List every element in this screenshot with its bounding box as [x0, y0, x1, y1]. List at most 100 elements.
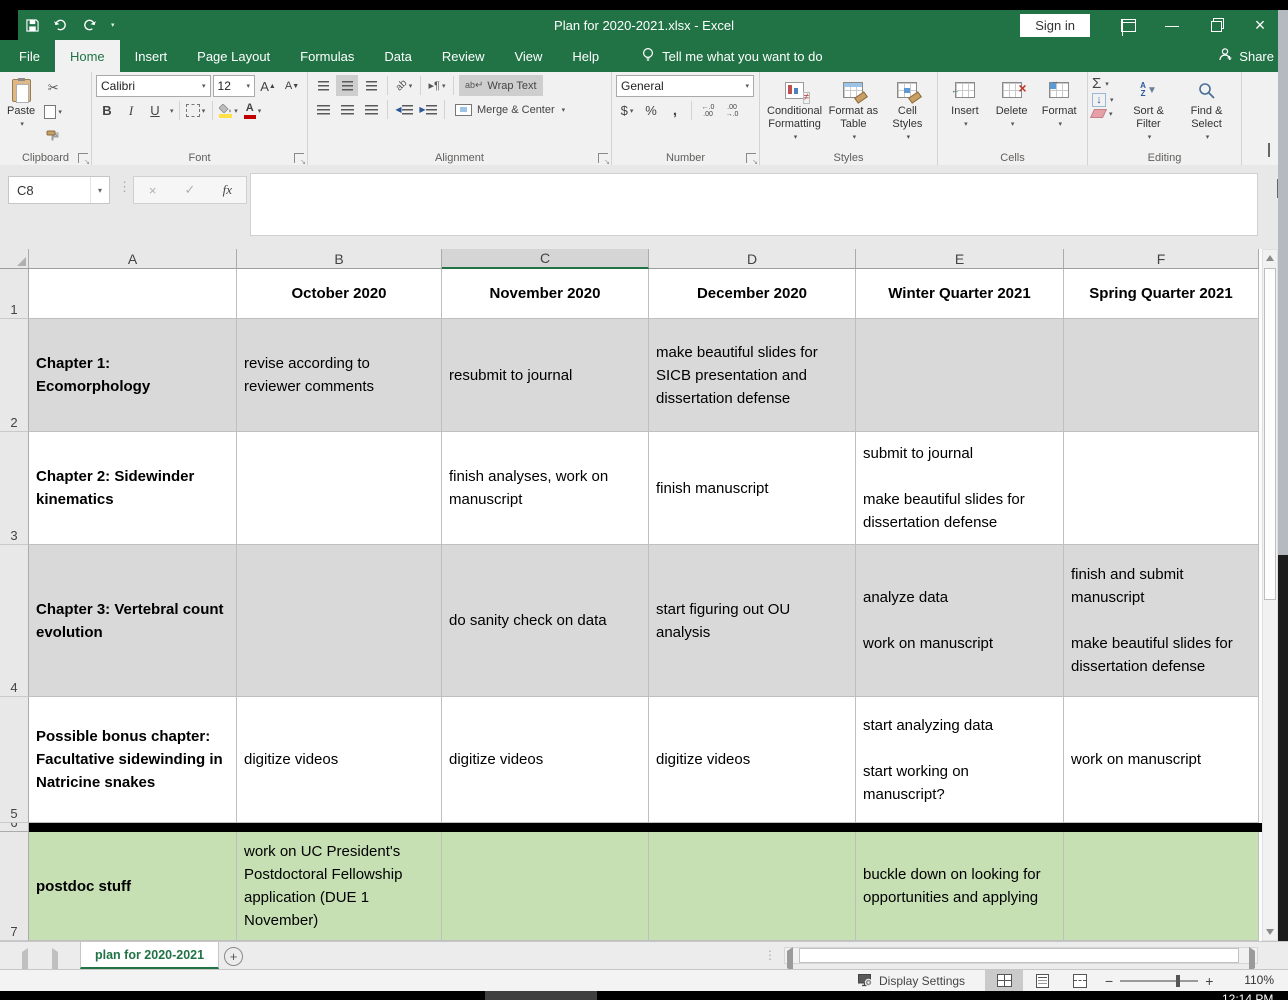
name-box-dropdown-arrow[interactable]: ▾	[90, 177, 109, 203]
alignment-dialog-launcher[interactable]	[598, 153, 608, 163]
confirm-entry-button[interactable]: ✓	[171, 177, 208, 203]
cell-A1[interactable]	[29, 269, 237, 319]
vertical-scrollbar-thumb[interactable]	[1264, 268, 1276, 600]
menu-tab-data[interactable]: Data	[369, 40, 426, 72]
cell-E1[interactable]: Winter Quarter 2021	[856, 269, 1064, 319]
bottom-align-button[interactable]	[360, 75, 382, 96]
italic-button[interactable]: I	[120, 100, 142, 121]
cell-C2[interactable]: resubmit to journal	[442, 319, 649, 432]
cell-E7[interactable]: buckle down on looking for opportunities…	[856, 832, 1064, 941]
increase-font-size-button[interactable]: A▲	[257, 76, 279, 97]
comma-style-button[interactable]: ,	[664, 100, 686, 121]
sort-filter-button[interactable]: AZ▼ Sort & Filter▾	[1120, 75, 1178, 146]
column-header-B[interactable]: B	[237, 249, 442, 269]
menu-tab-file[interactable]: File	[4, 40, 55, 72]
next-sheet-arrow[interactable]	[52, 952, 58, 970]
cell-A4[interactable]: Chapter 3: Vertebral count evolution	[29, 545, 237, 697]
ribbon-display-options-button[interactable]	[1106, 10, 1150, 40]
zoom-out-button[interactable]: −	[1105, 974, 1113, 988]
minimize-button[interactable]: —	[1150, 10, 1194, 40]
cell-A6[interactable]	[29, 823, 237, 832]
paste-button[interactable]: Paste ▾	[4, 75, 38, 133]
paste-dropdown-arrow[interactable]: ▾	[20, 118, 24, 131]
fill-button[interactable]: ↓▾	[1092, 93, 1114, 107]
underline-button[interactable]: U	[144, 100, 166, 121]
row-header-6[interactable]: 6	[0, 823, 29, 832]
cell-D2[interactable]: make beautiful slides for SICB presentat…	[649, 319, 856, 432]
select-all-corner[interactable]	[0, 249, 29, 269]
cell-F6[interactable]	[1064, 823, 1259, 832]
cell-A3[interactable]: Chapter 2: Sidewinder kinematics	[29, 432, 237, 545]
increase-indent-button[interactable]: ▶	[417, 99, 439, 120]
zoom-slider-track[interactable]	[1120, 980, 1198, 982]
copy-button[interactable]: ▾	[42, 101, 64, 122]
display-settings-button[interactable]: Display Settings	[858, 970, 965, 991]
percent-style-button[interactable]: %	[640, 100, 662, 121]
font-name-combo[interactable]: Calibri▾	[96, 75, 211, 97]
cell-B1[interactable]: October 2020	[237, 269, 442, 319]
clipboard-dialog-launcher[interactable]	[78, 153, 88, 163]
scroll-right-arrow[interactable]	[1249, 951, 1255, 969]
number-format-combo[interactable]: General▾	[616, 75, 754, 97]
undo-icon[interactable]	[53, 19, 68, 31]
close-button[interactable]: ×	[1238, 10, 1282, 40]
scroll-up-arrow[interactable]	[1263, 252, 1277, 264]
row-header-5[interactable]: 5	[0, 697, 29, 823]
row-header-7[interactable]: 7	[0, 832, 29, 941]
cut-button[interactable]: ✂	[42, 77, 64, 98]
format-as-table-button[interactable]: Format as Table▾	[825, 75, 882, 146]
customize-qat-icon[interactable]: ▾	[111, 21, 115, 29]
menu-tab-view[interactable]: View	[499, 40, 557, 72]
row-header-1[interactable]: 1	[0, 269, 29, 319]
decrease-font-size-button[interactable]: A▼	[281, 76, 303, 97]
fill-color-button[interactable]: ▾	[218, 100, 240, 121]
cell-F1[interactable]: Spring Quarter 2021	[1064, 269, 1259, 319]
normal-view-button[interactable]	[985, 970, 1023, 991]
column-header-D[interactable]: D	[649, 249, 856, 269]
number-dialog-launcher[interactable]	[746, 153, 756, 163]
row-header-2[interactable]: 2	[0, 319, 29, 432]
cell-E3[interactable]: submit to journal make beautiful slides …	[856, 432, 1064, 545]
cell-D1[interactable]: December 2020	[649, 269, 856, 319]
clear-button[interactable]: ▾	[1092, 109, 1114, 118]
cell-D3[interactable]: finish manuscript	[649, 432, 856, 545]
row-header-3[interactable]: 3	[0, 432, 29, 545]
menu-tab-review[interactable]: Review	[427, 40, 500, 72]
decrease-decimal-button[interactable]: .00 →.0	[721, 100, 743, 121]
cell-C3[interactable]: finish analyses, work on manuscript	[442, 432, 649, 545]
collapse-ribbon-button[interactable]	[1268, 145, 1270, 157]
cell-B6[interactable]	[237, 823, 442, 832]
tab-scroll-splitter[interactable]: ⋮	[764, 948, 776, 962]
column-header-F[interactable]: F	[1064, 249, 1259, 269]
autosum-button[interactable]: Σ▾	[1092, 76, 1114, 91]
sign-in-button[interactable]: Sign in	[1020, 14, 1090, 37]
cell-D4[interactable]: start figuring out OU analysis	[649, 545, 856, 697]
cell-C4[interactable]: do sanity check on data	[442, 545, 649, 697]
align-left-button[interactable]	[312, 99, 334, 120]
horizontal-scrollbar[interactable]	[784, 947, 1258, 964]
zoom-level-label[interactable]: 110%	[1244, 973, 1274, 987]
cell-C1[interactable]: November 2020	[442, 269, 649, 319]
format-cells-button[interactable]: ↔ Format ▾	[1035, 75, 1083, 133]
cell-E5[interactable]: start analyzing data start working on ma…	[856, 697, 1064, 823]
menu-tab-formulas[interactable]: Formulas	[285, 40, 369, 72]
decrease-indent-button[interactable]: ◀	[393, 99, 415, 120]
page-layout-view-button[interactable]	[1023, 970, 1061, 991]
cell-B2[interactable]: revise according to reviewer comments	[237, 319, 442, 432]
orientation-button[interactable]: ab▾	[393, 75, 415, 96]
vertical-scrollbar[interactable]	[1262, 249, 1278, 941]
align-center-button[interactable]	[336, 99, 358, 120]
align-right-button[interactable]	[360, 99, 382, 120]
column-header-E[interactable]: E	[856, 249, 1064, 269]
restore-button[interactable]	[1194, 10, 1238, 40]
page-break-preview-button[interactable]	[1061, 970, 1099, 991]
format-painter-button[interactable]	[42, 125, 64, 146]
cell-E4[interactable]: analyze data work on manuscript	[856, 545, 1064, 697]
cell-styles-button[interactable]: Cell Styles▾	[882, 75, 933, 146]
redo-icon[interactable]	[82, 19, 97, 31]
save-icon[interactable]	[26, 19, 39, 32]
cell-C5[interactable]: digitize videos	[442, 697, 649, 823]
insert-function-button[interactable]: fx	[209, 177, 246, 203]
cell-B7[interactable]: work on UC President's Postdoctoral Fell…	[237, 832, 442, 941]
cell-B5[interactable]: digitize videos	[237, 697, 442, 823]
